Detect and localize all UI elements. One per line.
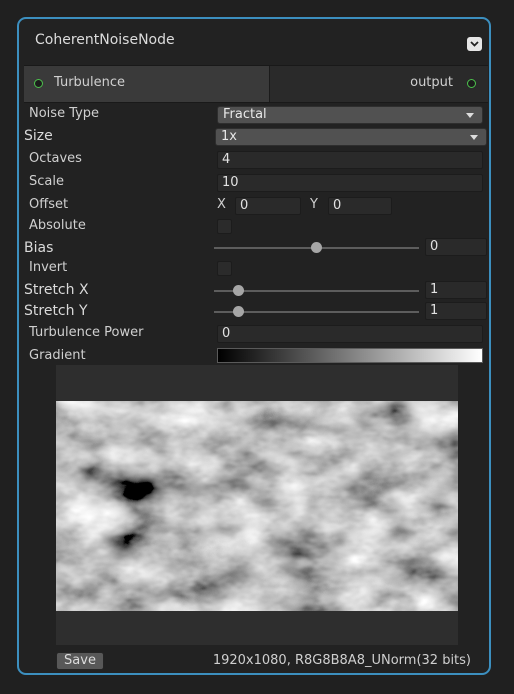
turbulence-power-label: Turbulence Power <box>29 325 144 340</box>
noise-type-value: Fractal <box>223 107 267 122</box>
texture-info: 1920x1080, R8G8B8A8_UNorm(32 bits) <box>212 653 471 668</box>
port-bar: Turbulence output <box>24 65 488 103</box>
turbulence-power-value: 0 <box>222 326 231 341</box>
offset-y-value: 0 <box>333 198 342 213</box>
bias-slider-thumb[interactable] <box>311 242 322 253</box>
noise-node-panel: CoherentNoiseNode Turbulence output Nois… <box>17 17 491 675</box>
octaves-field[interactable]: 4 <box>217 151 483 169</box>
input-port-row[interactable]: Turbulence <box>24 66 270 102</box>
offset-y-label: Y <box>310 197 318 212</box>
stretch-y-value: 1 <box>430 303 439 318</box>
dropdown-arrow-icon <box>470 135 478 140</box>
offset-x-value: 0 <box>240 198 249 213</box>
gradient-field[interactable] <box>217 348 483 363</box>
offset-x-field[interactable]: 0 <box>235 197 301 215</box>
save-button[interactable]: Save <box>56 652 104 670</box>
node-title: CoherentNoiseNode <box>35 32 175 48</box>
bias-value: 0 <box>430 239 439 254</box>
absolute-checkbox[interactable] <box>217 219 232 234</box>
stretch-x-label: Stretch X <box>24 282 89 298</box>
bias-label: Bias <box>24 240 54 256</box>
stretch-y-slider-thumb[interactable] <box>233 306 245 317</box>
octaves-value: 4 <box>222 152 231 167</box>
stretch-x-slider-track[interactable] <box>214 290 419 292</box>
offset-label: Offset <box>29 197 69 212</box>
noise-type-label: Noise Type <box>29 106 100 121</box>
scale-value: 10 <box>222 175 239 190</box>
bias-value-field[interactable]: 0 <box>425 238 487 256</box>
stretch-x-value: 1 <box>430 282 439 297</box>
offset-x-label: X <box>217 197 226 212</box>
octaves-label: Octaves <box>29 151 82 166</box>
invert-label: Invert <box>29 260 68 275</box>
noise-preview-image <box>56 401 458 611</box>
stretch-x-value-field[interactable]: 1 <box>425 281 487 299</box>
gradient-label: Gradient <box>29 348 86 363</box>
stretch-x-slider-thumb[interactable] <box>233 285 245 296</box>
output-port-icon[interactable] <box>467 79 476 88</box>
offset-y-field[interactable]: 0 <box>328 197 392 215</box>
stretch-y-label: Stretch Y <box>24 303 88 319</box>
invert-checkbox[interactable] <box>217 261 232 276</box>
dropdown-arrow-icon <box>466 113 474 118</box>
scale-label: Scale <box>29 174 64 189</box>
turbulence-power-field[interactable]: 0 <box>217 325 483 343</box>
size-dropdown[interactable]: 1x <box>215 128 487 146</box>
input-port-icon[interactable] <box>34 79 43 88</box>
scale-field[interactable]: 10 <box>217 174 483 192</box>
chevron-down-icon[interactable] <box>467 37 482 51</box>
stretch-y-value-field[interactable]: 1 <box>425 302 487 320</box>
output-port-label: output <box>410 75 453 90</box>
noise-type-dropdown[interactable]: Fractal <box>217 106 483 124</box>
size-label: Size <box>24 128 53 144</box>
input-port-label: Turbulence <box>54 75 126 90</box>
absolute-label: Absolute <box>29 218 86 233</box>
stretch-y-slider-track[interactable] <box>214 311 419 313</box>
size-value: 1x <box>221 129 237 144</box>
